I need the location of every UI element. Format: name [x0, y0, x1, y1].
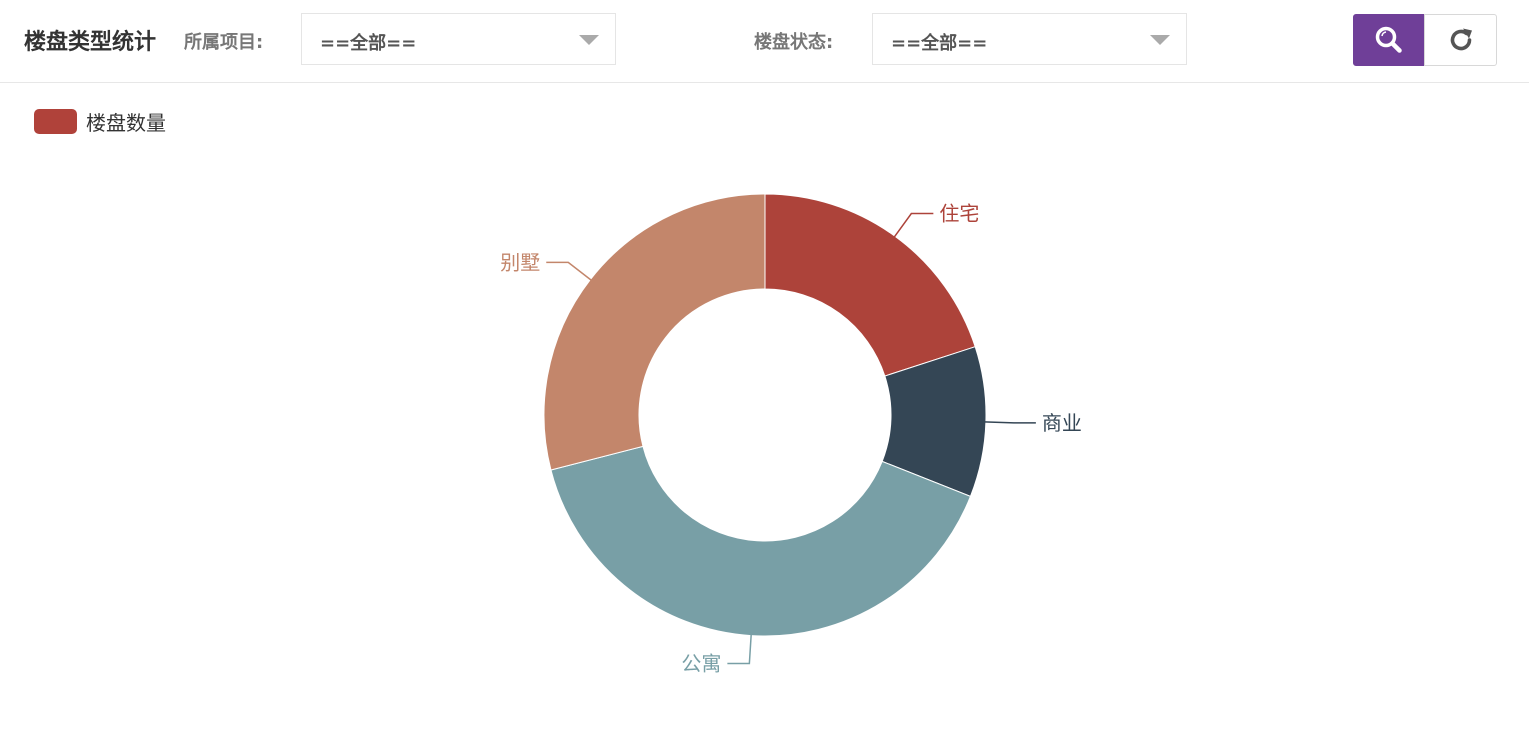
label-line-0 — [893, 212, 934, 239]
pie-slice-2[interactable] — [550, 445, 972, 637]
slice-label-1: 商业 — [1042, 411, 1082, 435]
slice-label-3: 别墅 — [500, 250, 540, 274]
slice-label-0: 住宅 — [939, 202, 979, 226]
donut-chart: 住宅商业公寓 别墅 — [500, 193, 1082, 676]
pie-slice-3[interactable] — [543, 193, 766, 471]
label-line-1 — [983, 421, 1036, 424]
slice-label-2: 公寓 — [681, 652, 721, 676]
label-line-3 — [546, 261, 593, 282]
label-line-2 — [727, 633, 752, 665]
